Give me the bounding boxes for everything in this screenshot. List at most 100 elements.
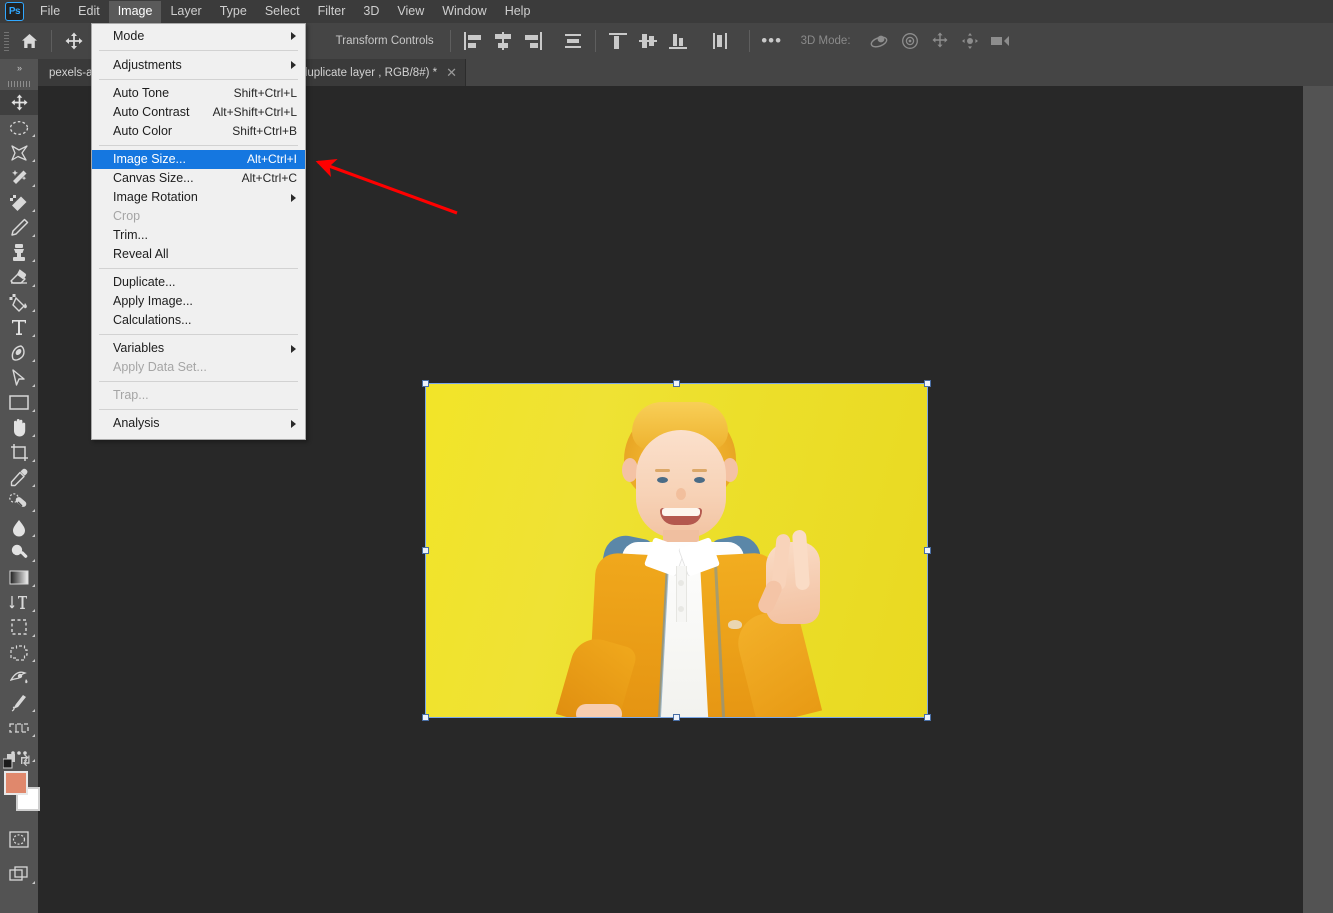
tool-brush[interactable]	[0, 215, 38, 240]
transform-handle-middle-left[interactable]	[422, 546, 429, 554]
move-tool-icon[interactable]	[59, 27, 89, 55]
tool-3d-material-drop[interactable]	[0, 665, 38, 690]
tool-dodge[interactable]	[0, 540, 38, 565]
ellipsis-icon: •••	[761, 31, 783, 50]
align-right-edges-icon[interactable]	[518, 27, 548, 55]
tools-panel-grip[interactable]	[0, 77, 38, 90]
distribute-horizontal-icon[interactable]	[558, 27, 588, 55]
tool-path-selection[interactable]	[0, 365, 38, 390]
quick-mask-toggle[interactable]	[0, 827, 38, 852]
transform-handle-middle-right[interactable]	[924, 546, 931, 554]
menu-3d[interactable]: 3D	[354, 1, 388, 23]
tool-spot-healing[interactable]	[0, 490, 38, 515]
tool-lasso[interactable]	[0, 140, 38, 165]
transform-handle-bottom-right[interactable]	[924, 714, 931, 721]
menu-item-auto-color[interactable]: Auto Color Shift+Ctrl+B	[92, 122, 305, 141]
menu-item-label: Reveal All	[113, 247, 169, 261]
tool-move[interactable]	[0, 90, 38, 115]
menu-item-mode[interactable]: Mode	[92, 26, 305, 46]
tool-crop[interactable]	[0, 440, 38, 465]
menu-filter[interactable]: Filter	[309, 1, 355, 23]
tool-magic-wand[interactable]	[0, 165, 38, 190]
menu-separator	[99, 381, 298, 382]
tool-gradient[interactable]	[0, 565, 38, 590]
menu-item-label: Adjustments	[113, 57, 182, 72]
menu-item-shortcut: Shift+Ctrl+B	[232, 124, 297, 138]
more-options-button[interactable]: •••	[757, 27, 787, 55]
menu-item-analysis[interactable]: Analysis	[92, 414, 305, 433]
tool-clone-stamp[interactable]	[0, 240, 38, 265]
tool-rectangle[interactable]	[0, 390, 38, 415]
foreground-color-swatch[interactable]	[4, 771, 28, 795]
menu-item-label: Analysis	[113, 416, 160, 430]
close-icon[interactable]: ✕	[446, 66, 457, 79]
roll-3d-icon[interactable]	[895, 27, 925, 55]
divider	[748, 30, 750, 52]
menu-item-image-size[interactable]: Image Size... Alt+Ctrl+I	[92, 150, 305, 169]
menu-item-trim[interactable]: Trim...	[92, 226, 305, 245]
pan-3d-icon[interactable]	[925, 27, 955, 55]
menu-item-label: Trim...	[113, 228, 148, 242]
menu-view[interactable]: View	[388, 1, 433, 23]
tool-eyedropper[interactable]	[0, 465, 38, 490]
zoom-3d-camera-icon[interactable]	[985, 27, 1015, 55]
tool-paint-bucket[interactable]	[0, 290, 38, 315]
document-tab-title: pexels-a	[49, 66, 93, 79]
menu-window[interactable]: Window	[433, 1, 495, 23]
menu-item-image-rotation[interactable]: Image Rotation	[92, 188, 305, 207]
tool-type[interactable]	[0, 315, 38, 340]
transform-handle-top-center[interactable]	[672, 380, 680, 387]
transform-handle-bottom-center[interactable]	[672, 714, 680, 721]
image-menu-dropdown[interactable]: Mode Adjustments Auto Tone Shift+Ctrl+L …	[91, 23, 306, 440]
align-horizontal-centers-icon[interactable]	[488, 27, 518, 55]
menu-item-apply-image[interactable]: Apply Image...	[92, 292, 305, 311]
transform-handle-bottom-left[interactable]	[422, 714, 429, 721]
tool-elliptical-marquee[interactable]	[0, 115, 38, 140]
transform-handle-top-right[interactable]	[924, 380, 931, 387]
menu-item-adjustments[interactable]: Adjustments	[92, 55, 305, 75]
menu-separator	[99, 334, 298, 335]
menu-item-reveal-all[interactable]: Reveal All	[92, 245, 305, 264]
menu-edit[interactable]: Edit	[69, 1, 109, 23]
align-top-edges-icon[interactable]	[603, 27, 633, 55]
image-layer[interactable]	[422, 380, 931, 721]
tool-frame[interactable]	[0, 615, 38, 640]
menu-item-crop: Crop	[92, 207, 305, 226]
tool-vertical-type[interactable]	[0, 590, 38, 615]
menu-type[interactable]: Type	[211, 1, 256, 23]
menu-item-auto-contrast[interactable]: Auto Contrast Alt+Shift+Ctrl+L	[92, 103, 305, 122]
swap-colors-icon[interactable]	[19, 753, 33, 772]
orbit-3d-icon[interactable]	[865, 27, 895, 55]
expand-panels-icon[interactable]: »	[0, 59, 38, 77]
menu-item-auto-tone[interactable]: Auto Tone Shift+Ctrl+L	[92, 84, 305, 103]
tool-3d-paint[interactable]	[0, 690, 38, 715]
align-left-edges-icon[interactable]	[458, 27, 488, 55]
tool-hand[interactable]	[0, 415, 38, 440]
tool-artboard[interactable]	[0, 640, 38, 665]
menu-item-calculations[interactable]: Calculations...	[92, 311, 305, 330]
options-bar-grip[interactable]	[3, 30, 11, 52]
menu-item-variables[interactable]: Variables	[92, 339, 305, 358]
distribute-vertical-icon[interactable]	[705, 27, 735, 55]
menu-file[interactable]: File	[31, 1, 69, 23]
menu-image[interactable]: Image	[108, 0, 162, 23]
tool-eraser[interactable]	[0, 265, 38, 290]
menu-item-label: Canvas Size...	[113, 171, 194, 185]
tool-pen[interactable]	[0, 340, 38, 365]
menu-item-canvas-size[interactable]: Canvas Size... Alt+Ctrl+C	[92, 169, 305, 188]
transform-handle-top-left[interactable]	[422, 380, 429, 387]
3d-mode-label: 3D Mode:	[800, 35, 851, 47]
tool-healing-brush[interactable]	[0, 190, 38, 215]
menu-layer[interactable]: Layer	[161, 1, 210, 23]
screen-mode-button[interactable]	[0, 862, 38, 887]
menu-select[interactable]: Select	[256, 1, 309, 23]
align-bottom-edges-icon[interactable]	[663, 27, 693, 55]
tool-blur[interactable]	[0, 515, 38, 540]
right-panel-strip[interactable]	[1303, 59, 1333, 913]
menu-help[interactable]: Help	[496, 1, 540, 23]
slide-3d-icon[interactable]	[955, 27, 985, 55]
home-icon[interactable]	[14, 27, 44, 55]
menu-item-duplicate[interactable]: Duplicate...	[92, 273, 305, 292]
align-vertical-centers-icon[interactable]	[633, 27, 663, 55]
tool-slice[interactable]	[0, 715, 38, 740]
